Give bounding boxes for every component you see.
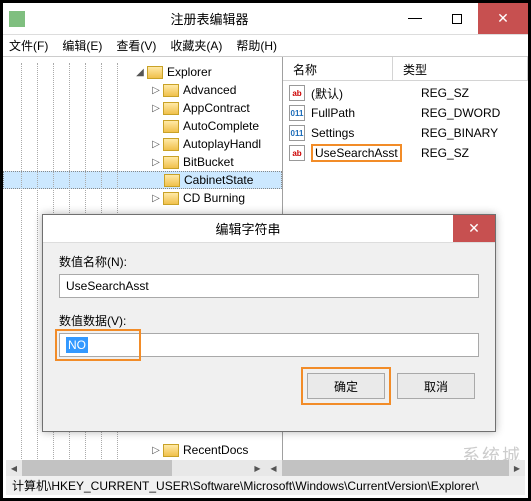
scroll-left-button[interactable]: ◀ [6,460,22,476]
folder-icon [163,156,179,169]
tree-label: CD Burning [183,191,245,205]
tree-expander-icon[interactable]: ▷ [149,443,163,457]
tree-expander-icon[interactable] [150,173,164,187]
folder-icon [147,66,163,79]
tree-node[interactable]: ▷ Advanced [3,81,282,99]
col-type[interactable]: 类型 [393,57,528,80]
value-name: FullPath [311,106,415,120]
value-type: REG_SZ [421,86,528,100]
value-data-input[interactable]: NO [59,333,479,357]
close-button[interactable]: ✕ [478,3,528,34]
horizontal-scrollbar[interactable]: ◀ ▶ ◀ ▶ [6,460,525,476]
scroll-right-button[interactable]: ▶ [509,460,525,476]
menu-file[interactable]: 文件(F) [9,37,48,54]
main-titlebar: 注册表编辑器 ✕ [3,3,528,35]
tree-expander-icon[interactable]: ◢ [133,65,147,79]
menu-favorites[interactable]: 收藏夹(A) [170,37,222,54]
minimize-button[interactable] [394,3,436,34]
tree-node[interactable]: ▷ AppContract [3,99,282,117]
folder-icon [163,192,179,205]
tree-label: CabinetState [184,173,253,187]
ok-button[interactable]: 确定 [307,373,385,399]
scroll-left-button[interactable]: ◀ [266,460,282,476]
menu-edit[interactable]: 编辑(E) [62,37,102,54]
cancel-button[interactable]: 取消 [397,373,475,399]
scroll-right-button[interactable]: ▶ [250,460,266,476]
value-name: (默认) [311,85,415,102]
folder-icon [163,84,179,97]
value-data-label: 数值数据(V): [59,312,479,329]
app-icon [9,11,25,27]
tree-node-selected[interactable]: CabinetState [3,171,282,189]
list-row[interactable]: ab (默认) REG_SZ [283,83,528,103]
tree-label: AutoComplete [183,119,259,133]
tree-expander-icon[interactable]: ▷ [149,191,163,205]
tree-node-root[interactable]: ◢ Explorer [3,63,282,81]
registry-editor-window: 注册表编辑器 ✕ 文件(F) 编辑(E) 查看(V) 收藏夹(A) 帮助(H) [0,0,531,501]
list-row[interactable]: 011 Settings REG_BINARY [283,123,528,143]
edit-string-dialog: 编辑字符串 ✕ 数值名称(N): 数值数据(V): NO 确定 取消 [42,214,496,432]
tree-label: RecentDocs [183,443,248,457]
tree-label: AppContract [183,101,250,115]
tree-node[interactable]: ▷ AutoplayHandl [3,135,282,153]
status-path: 计算机\HKEY_CURRENT_USER\Software\Microsoft… [12,477,479,494]
folder-icon [163,138,179,151]
dialog-buttons: 确定 取消 [59,373,479,399]
tree-label: BitBucket [183,155,234,169]
status-bar: 计算机\HKEY_CURRENT_USER\Software\Microsoft… [6,476,525,495]
tree-node[interactable]: ▷ BitBucket [3,153,282,171]
value-type: REG_DWORD [421,106,528,120]
tree-label: AutoplayHandl [183,137,261,151]
value-name: Settings [311,126,415,140]
value-name-label: 数值名称(N): [59,253,479,270]
tree-node[interactable]: ▷ RecentDocs [3,441,282,459]
tree-expander-icon[interactable] [149,119,163,133]
menu-bar: 文件(F) 编辑(E) 查看(V) 收藏夹(A) 帮助(H) [3,35,528,57]
list-header: 名称 类型 [283,57,528,81]
value-type: REG_BINARY [421,126,528,140]
folder-icon [163,102,179,115]
window-title: 注册表编辑器 [25,9,394,28]
string-value-icon: ab [289,145,305,161]
value-name-input[interactable] [59,274,479,298]
dialog-close-button[interactable]: ✕ [453,215,495,242]
string-value-icon: ab [289,85,305,101]
binary-value-icon: 011 [289,125,305,141]
tree-label: Advanced [183,83,236,97]
list-row[interactable]: ab UseSearchAsst REG_SZ [283,143,528,163]
menu-view[interactable]: 查看(V) [116,37,156,54]
dialog-titlebar: 编辑字符串 ✕ [43,215,495,243]
tree-node[interactable]: AutoComplete [3,117,282,135]
dialog-title: 编辑字符串 [43,219,453,238]
dialog-body: 数值名称(N): 数值数据(V): NO 确定 取消 [43,243,495,399]
tree-expander-icon[interactable]: ▷ [149,83,163,97]
folder-icon [163,444,179,457]
tree-expander-icon[interactable]: ▷ [149,155,163,169]
menu-help[interactable]: 帮助(H) [236,37,277,54]
maximize-button[interactable] [436,3,478,34]
binary-value-icon: 011 [289,105,305,121]
col-name[interactable]: 名称 [283,57,393,80]
window-controls: ✕ [394,3,528,34]
tree-label: Explorer [167,65,212,79]
tree-expander-icon[interactable]: ▷ [149,101,163,115]
tree-node[interactable]: ▷ CD Burning [3,189,282,207]
value-name: UseSearchAsst [311,146,415,160]
list-row[interactable]: 011 FullPath REG_DWORD [283,103,528,123]
value-type: REG_SZ [421,146,528,160]
folder-icon [163,120,179,133]
folder-icon [164,174,180,187]
tree-expander-icon[interactable]: ▷ [149,137,163,151]
